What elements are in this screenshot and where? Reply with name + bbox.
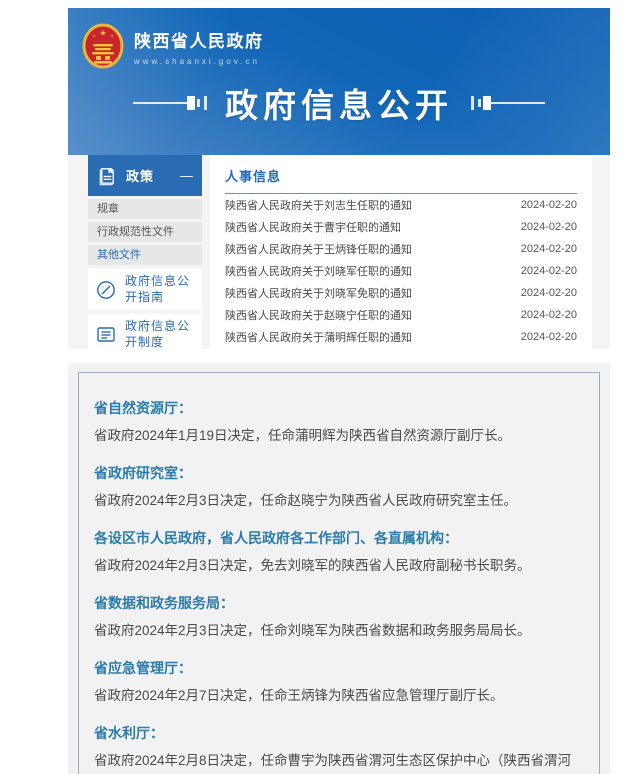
news-title[interactable]: 陕西省人民政府关于刘晓军任职的通知 [225,263,412,279]
news-title[interactable]: 陕西省人民政府关于刘志生任职的通知 [225,197,412,213]
news-date: 2024-02-20 [521,331,577,343]
document-box: 省自然资源厅： 省政府2024年1月19日决定，任命蒲明辉为陕西省自然资源厅副厅… [78,372,600,774]
news-title[interactable]: 陕西省人民政府关于赵晓宁任职的通知 [225,307,412,323]
news-list: 陕西省人民政府关于刘志生任职的通知 2024-02-20 陕西省人民政府关于曹宇… [225,194,577,348]
appointment-section: 省应急管理厅： 省政府2024年2月7日决定，任命王炳锋为陕西省应急管理厅副厅长… [94,658,581,708]
appointment-body: 省政府2024年2月3日决定，免去刘晓军的陕西省人民政府副秘书长职务。 [94,555,581,578]
appointment-section: 各设区市人民政府，省人民政府各工作部门、各直属机构： 省政府2024年2月3日决… [94,528,581,578]
appointment-heading: 省自然资源厅： [94,398,581,419]
news-row[interactable]: 陕西省人民政府关于曹宇任职的通知 2024-02-20 [225,216,577,238]
news-date: 2024-02-20 [521,287,577,299]
appointment-heading: 省政府研究室： [94,463,581,484]
banner-title-row: 政府信息公开 [68,79,610,127]
news-row[interactable]: 陕西省人民政府关于蒲明辉任职的通知 2024-02-20 [225,326,577,348]
document-icon [94,323,118,347]
appointment-heading: 省数据和政务服务局： [94,593,581,614]
sidebar-link-card[interactable]: 政府信息公开指南 [88,269,202,310]
section-gap [68,349,610,363]
top-content: 政策 — 规章 行政规范性文件 其他文件 [68,155,610,349]
appointment-section: 省政府研究室： 省政府2024年2月3日决定，任命赵晓宁为陕西省人民政府研究室主… [94,463,581,513]
appointment-section: 省水利厅： 省政府2024年2月8日决定，任命曹宇为陕西省渭河生态区保护中心（陕… [94,723,581,774]
collapse-minus-icon[interactable]: — [180,168,193,183]
list-title: 人事信息 [225,166,577,194]
sidebar-menu-item[interactable]: 其他文件 [88,245,202,265]
news-date: 2024-02-20 [521,221,577,233]
title-ornament-right [469,96,545,110]
personnel-list-panel: 人事信息 陕西省人民政府关于刘志生任职的通知 2024-02-20 陕西省人民政… [210,155,592,349]
sidebar-header-policy[interactable]: 政策 — [88,155,202,196]
news-row[interactable]: 陕西省人民政府关于刘志生任职的通知 2024-02-20 [225,194,577,216]
site-banner: 陕西省人民政府 www.shaanxi.gov.cn 政府信息公开 [68,8,610,155]
news-title[interactable]: 陕西省人民政府关于刘晓军免职的通知 [225,285,412,301]
sidebar-links: 政府信息公开指南 政府信息公开制度 [88,269,202,349]
site-url: www.shaanxi.gov.cn [134,57,264,66]
news-date: 2024-02-20 [521,265,577,277]
national-emblem-icon [81,22,125,70]
sidebar: 政策 — 规章 行政规范性文件 其他文件 [88,155,202,349]
appointment-body: 省政府2024年2月7日决定，任命王炳锋为陕西省应急管理厅副厅长。 [94,685,581,708]
book-icon [97,165,118,186]
document-section: 省自然资源厅： 省政府2024年1月19日决定，任命蒲明辉为陕西省自然资源厅副厅… [68,363,610,774]
appointment-heading: 省应急管理厅： [94,658,581,679]
page-container: 陕西省人民政府 www.shaanxi.gov.cn 政府信息公开 [68,8,610,774]
news-row[interactable]: 陕西省人民政府关于刘晓军免职的通知 2024-02-20 [225,282,577,304]
appointment-body: 省政府2024年2月3日决定，任命赵晓宁为陕西省人民政府研究室主任。 [94,490,581,513]
appointment-body: 省政府2024年1月19日决定，任命蒲明辉为陕西省自然资源厅副厅长。 [94,425,581,448]
news-title[interactable]: 陕西省人民政府关于曹宇任职的通知 [225,219,401,235]
news-row[interactable]: 陕西省人民政府关于刘晓军任职的通知 2024-02-20 [225,260,577,282]
news-row[interactable]: 陕西省人民政府关于赵晓宁任职的通知 2024-02-20 [225,304,577,326]
brand-text: 陕西省人民政府 www.shaanxi.gov.cn [134,27,264,66]
page-title: 政府信息公开 [225,79,453,127]
appointment-body: 省政府2024年2月3日决定，任命刘晓军为陕西省数据和政务服务局局长。 [94,620,581,643]
site-name: 陕西省人民政府 [134,27,264,52]
news-date: 2024-02-20 [521,309,577,321]
news-title[interactable]: 陕西省人民政府关于蒲明辉任职的通知 [225,329,412,345]
sidebar-link-card[interactable]: 政府信息公开制度 [88,314,202,349]
appointment-section: 省数据和政务服务局： 省政府2024年2月3日决定，任命刘晓军为陕西省数据和政务… [94,593,581,643]
news-title[interactable]: 陕西省人民政府关于王炳锋任职的通知 [225,241,412,257]
appointment-body: 省政府2024年2月8日决定，任命曹宇为陕西省渭河生态区保护中心（陕西省渭河流域… [94,750,581,774]
title-ornament-left [133,96,209,110]
news-date: 2024-02-20 [521,243,577,255]
sidebar-menu-item[interactable]: 行政规范性文件 [88,222,202,242]
site-brand[interactable]: 陕西省人民政府 www.shaanxi.gov.cn [68,8,610,70]
sidebar-menu-item[interactable]: 规章 [88,199,202,219]
sidebar-menu: 规章 行政规范性文件 其他文件 [88,199,202,265]
sidebar-link-label: 政府信息公开指南 [125,274,196,305]
sidebar-link-icon [94,278,118,302]
sidebar-link-label: 政府信息公开制度 [125,319,196,349]
appointment-heading: 省水利厅： [94,723,581,744]
news-date: 2024-02-20 [521,199,577,211]
appointment-section: 省自然资源厅： 省政府2024年1月19日决定，任命蒲明辉为陕西省自然资源厅副厅… [94,398,581,448]
appointment-heading: 各设区市人民政府，省人民政府各工作部门、各直属机构： [94,528,581,549]
news-row[interactable]: 陕西省人民政府关于王炳锋任职的通知 2024-02-20 [225,238,577,260]
sidebar-header-label: 政策 [126,166,154,185]
